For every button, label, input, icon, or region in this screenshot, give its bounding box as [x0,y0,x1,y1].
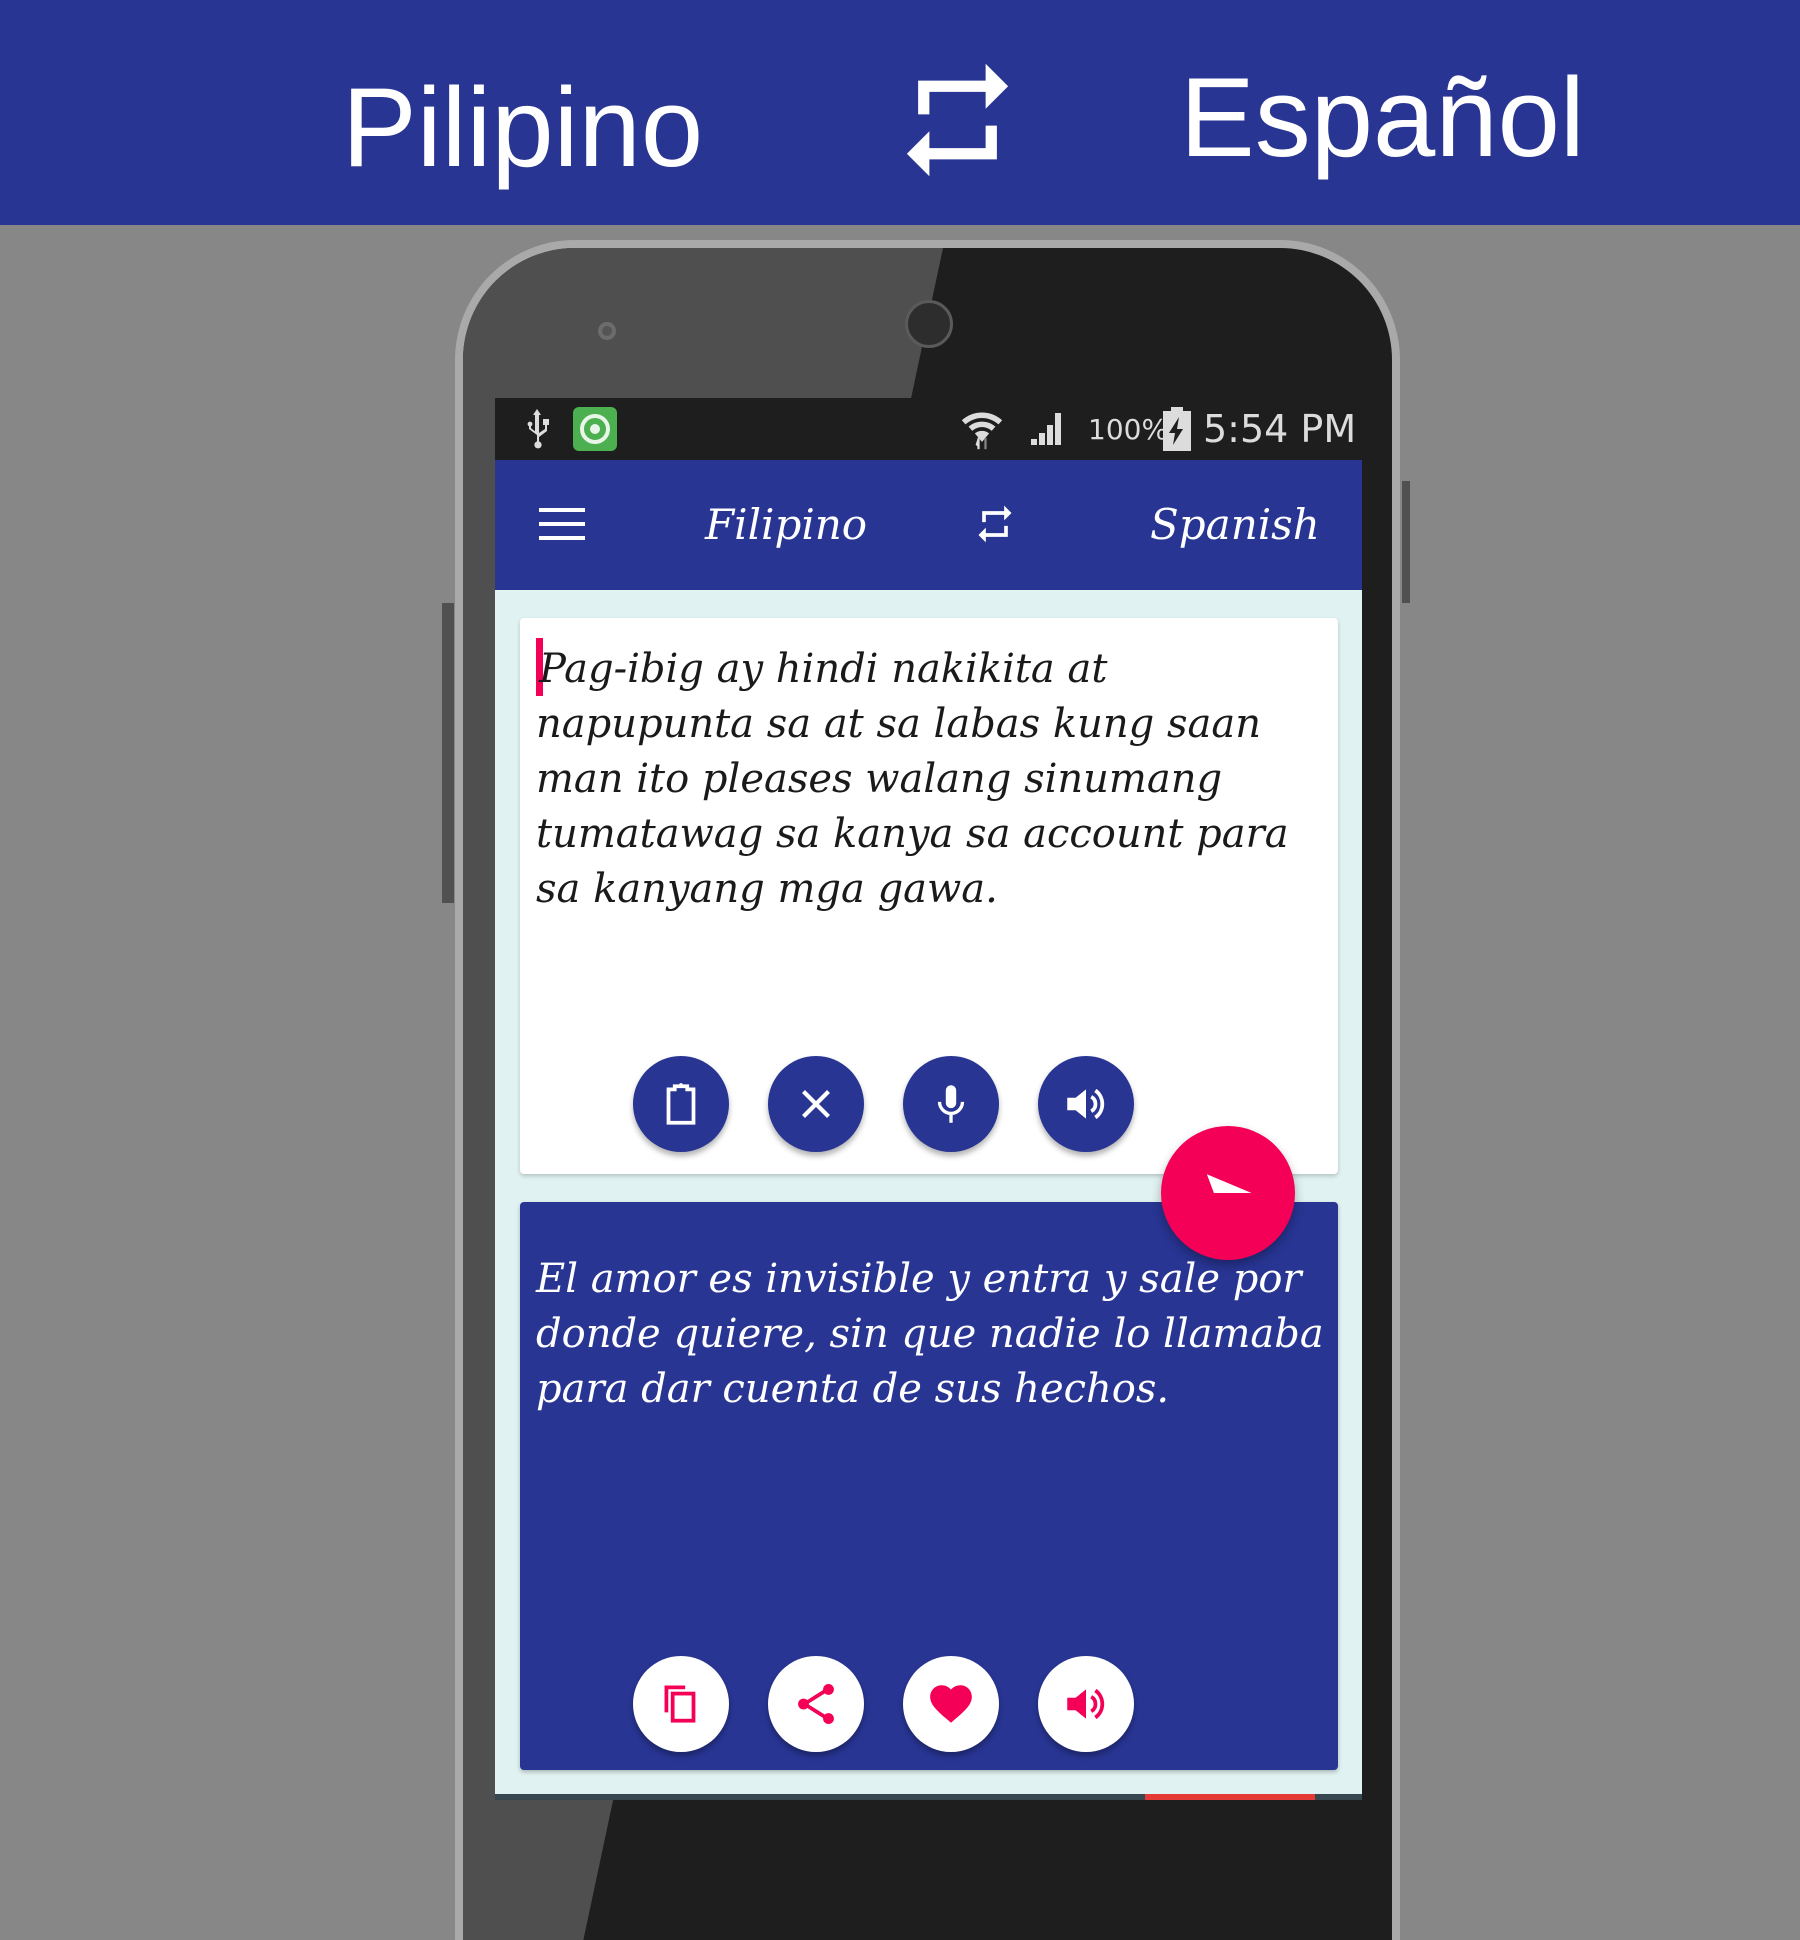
speak-input-button[interactable] [1038,1056,1134,1152]
share-icon [798,1684,834,1724]
input-card: Pag-ibig ay hindi nakikita at napupunta … [520,618,1338,1174]
close-icon [802,1090,830,1118]
promo-banner: Pilipino Español [0,0,1800,225]
send-icon [1207,1174,1252,1212]
hamburger-menu-icon[interactable] [539,506,585,542]
voice-input-button[interactable] [903,1056,999,1152]
speaker-icon [1067,1088,1105,1120]
usb-icon [523,398,551,460]
phone-power-button [1402,481,1410,603]
heart-icon [930,1685,972,1723]
target-language-selector[interactable]: Spanish [1150,500,1320,549]
swap-arrows-icon[interactable] [973,500,1017,548]
phone-camera [905,300,953,348]
source-text-input[interactable]: Pag-ibig ay hindi nakikita at napupunta … [536,638,1316,917]
phone-volume-button [442,603,454,903]
translate-button[interactable] [1161,1126,1295,1260]
banner-source-language: Pilipino [342,65,704,190]
phone-screen: 100% 5:54 PM Filipino Spanish Pag-ibig a… [495,398,1362,1800]
battery-charging-icon [1163,398,1191,460]
favorite-button[interactable] [903,1656,999,1752]
clipboard-icon [666,1083,696,1125]
swap-arrows-icon [906,63,1009,177]
banner-target-language: Español [1180,55,1585,180]
clear-button[interactable] [768,1056,864,1152]
paste-button[interactable] [633,1056,729,1152]
app-notification-icon [573,398,617,460]
bottom-banner-edge [495,1794,1362,1800]
share-button[interactable] [768,1656,864,1752]
app-toolbar: Filipino Spanish [495,460,1362,590]
copy-icon [664,1685,696,1723]
status-bar: 100% 5:54 PM [495,398,1362,460]
wifi-icon [960,398,1004,460]
phone-sensor [598,322,616,340]
source-language-selector[interactable]: Filipino [705,500,867,549]
copy-button[interactable] [633,1656,729,1752]
speaker-icon [1067,1688,1105,1720]
speak-output-button[interactable] [1038,1656,1134,1752]
microphone-icon [937,1085,965,1123]
translated-text: El amor es invisible y entra y sale por … [536,1256,1324,1412]
output-card: El amor es invisible y entra y sale por … [520,1202,1338,1770]
source-text: Pag-ibig ay hindi nakikita at napupunta … [536,646,1289,912]
clock: 5:54 PM [1203,407,1357,451]
banner-accent [1145,1794,1315,1800]
battery-percent: 100% [1088,412,1169,446]
signal-icon [1027,398,1067,460]
